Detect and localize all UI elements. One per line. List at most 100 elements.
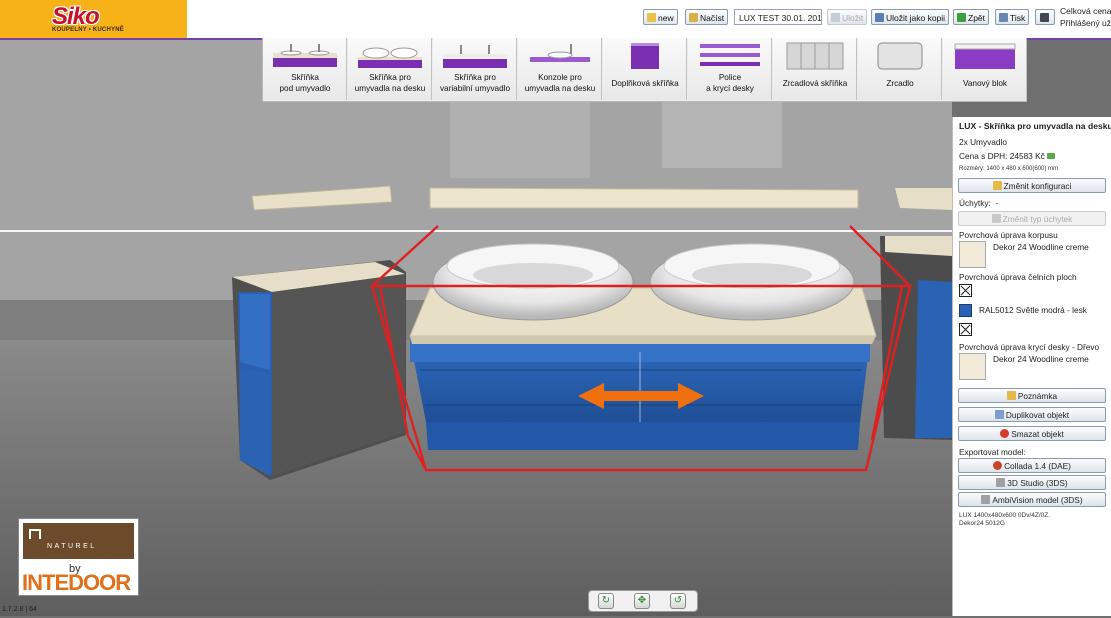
scene-svg[interactable]	[0, 40, 952, 616]
export-3ds-label: 3D Studio (3DS)	[1007, 478, 1068, 488]
move-icon[interactable]: ✥	[634, 593, 650, 609]
tool-cabinet-variable-sink[interactable]: Skříňka pro variabilní umyvadlo	[433, 38, 517, 100]
header-info: Celková cena Přihlášený uživ	[1060, 5, 1111, 29]
print-icon	[999, 13, 1008, 22]
body-finish-swatch[interactable]	[959, 241, 986, 268]
duplicate-icon	[994, 410, 1004, 419]
tool-vanity-under-sink[interactable]: Skříňka pod umyvadlo	[263, 38, 347, 100]
print-button[interactable]: Tisk	[995, 9, 1030, 25]
additional-cabinet-thumb-icon	[631, 43, 659, 69]
tool-label: Police a krycí desky	[706, 73, 754, 93]
folder-icon	[689, 13, 698, 22]
top-finish-swatch[interactable]	[959, 353, 986, 380]
mirror-thumb-icon	[877, 42, 923, 70]
product-code-2: Dekor24 5012G	[959, 520, 1005, 527]
export-dae-button[interactable]: Collada 1.4 (DAE)	[958, 458, 1106, 473]
project-name-field[interactable]: LUX TEST 30.01. 201	[734, 9, 822, 25]
naturel-badge: NATUREL	[23, 523, 134, 559]
total-price-label: Celková cena	[1060, 6, 1111, 16]
tool-label: Skříňka pro umyvadla na desku	[354, 73, 426, 93]
siko-logo[interactable]: Siko KOUPELNY • KUCHYNĚ	[0, 0, 187, 38]
save-as-copy-label: Uložit jako kopii	[886, 13, 946, 23]
tool-label: Vanový blok	[963, 79, 1007, 88]
tool-label: Skříňka pod umyvadlo	[279, 73, 331, 93]
bathtub-thumb-icon	[954, 43, 1016, 69]
naturel-intedoor-logo: NATUREL by INTEDOOR	[18, 518, 139, 596]
vanity-thumb-icon	[273, 44, 337, 67]
tool-console-counter-sink[interactable]: Konzole pro umyvadla na desku	[518, 38, 602, 100]
version-label: 1.7.2.8 | 64	[2, 606, 37, 613]
ambivision-icon	[981, 495, 991, 504]
money-icon	[1047, 153, 1056, 159]
load-button[interactable]: Načíst	[685, 9, 729, 25]
note-icon	[1006, 391, 1016, 400]
handles-row: Úchytky: -	[959, 198, 999, 208]
back-icon	[957, 13, 966, 22]
front-pattern-empty-icon[interactable]	[959, 323, 972, 336]
back-label: Zpět	[968, 13, 986, 23]
save-icon	[831, 13, 840, 22]
pattern-empty-icon[interactable]	[959, 284, 972, 297]
tool-bathtub-block[interactable]: Vanový blok	[943, 38, 1027, 100]
counter-sink-thumb-icon	[358, 47, 422, 68]
tool-label: Zrcadlo	[886, 79, 914, 88]
product-toolbar: Skříňka pod umyvadlo Skříňka pro umyvadla …	[262, 38, 1027, 102]
rotate-right-icon[interactable]: ↺	[670, 593, 686, 609]
new-button[interactable]: new	[643, 9, 678, 25]
3ds-icon	[996, 478, 1006, 487]
change-config-button[interactable]: Změnit konfiguraci	[958, 178, 1106, 193]
print-label: Tisk	[1010, 13, 1026, 23]
change-config-label: Změnit konfiguraci	[1003, 181, 1072, 191]
logo-tagline: KOUPELNY • KUCHYNĚ	[52, 27, 124, 33]
top-finish-value: Dekor 24 Woodline creme	[993, 354, 1089, 364]
tool-shelves-covers[interactable]: Police a krycí desky	[688, 38, 772, 100]
top-finish-label: Povrchová úprava krycí desky - Dřevo	[959, 342, 1100, 352]
front-finish-label: Povrchová úprava čelních ploch	[959, 272, 1077, 282]
header: Siko KOUPELNY • KUCHYNĚ new Načíst LUX T…	[0, 0, 1111, 40]
export-3ds-button[interactable]: 3D Studio (3DS)	[958, 475, 1106, 490]
back-button[interactable]: Zpět	[953, 9, 990, 25]
door-icon	[29, 529, 41, 539]
export-ambi-label: AmbiVision model (3DS)	[992, 495, 1083, 505]
change-handle-button[interactable]: Změnit typ úchytek	[958, 211, 1106, 226]
load-label: Načíst	[700, 13, 725, 23]
dae-icon	[993, 461, 1003, 470]
change-handle-label: Změnit typ úchytek	[1002, 214, 1073, 224]
shelves-thumb-icon	[700, 44, 760, 66]
front-color-swatch[interactable]	[959, 304, 972, 317]
console-thumb-icon	[530, 44, 590, 62]
camera-icon	[1040, 13, 1049, 22]
duplicate-label: Duplikovat objekt	[1005, 410, 1070, 420]
export-ambi-button[interactable]: AmbiVision model (3DS)	[958, 492, 1106, 507]
variable-sink-thumb-icon	[443, 45, 507, 68]
front-finish-value: RAL5012 Světle modrá - lesk	[979, 305, 1087, 315]
camera-nav: ↻ ✥ ↺	[588, 590, 698, 612]
new-icon	[647, 13, 656, 22]
duplicate-button[interactable]: Duplikovat objekt	[958, 407, 1106, 422]
product-code-1: LUX 1400x480x600 0Dv/4Z/0Z.	[959, 512, 1051, 519]
tool-additional-cabinet[interactable]: Doplňková skříňka	[603, 38, 687, 100]
tool-mirror[interactable]: Zrcadlo	[858, 38, 942, 100]
object-title: LUX - Skříňka pro umyvadla na desku	[959, 121, 1111, 131]
rotate-left-icon[interactable]: ↻	[598, 593, 614, 609]
dimensions-text: Rozměry: 1400 x 480 x 600(600) mm	[959, 166, 1059, 172]
save-label: Uložit	[842, 13, 864, 23]
body-finish-label: Povrchová úprava korpusu	[959, 230, 1058, 240]
tool-mirror-cabinet[interactable]: Zrcadlová skříňka	[773, 38, 857, 100]
tool-label: Konzole pro umyvadla na desku	[524, 73, 596, 93]
camera-button[interactable]	[1035, 9, 1055, 25]
price-text: Cena s DPH: 24583 Kč	[959, 151, 1056, 161]
delete-button[interactable]: Smazat objekt	[958, 426, 1106, 441]
tool-cabinet-counter-sink[interactable]: Skříňka pro umyvadla na desku	[348, 38, 432, 100]
tool-label: Skříňka pro variabilní umyvadlo	[439, 73, 511, 93]
save-button[interactable]: Uložit	[827, 9, 868, 25]
tool-label: Zrcadlová skříňka	[782, 79, 848, 88]
logged-user-label: Přihlášený uživ	[1060, 18, 1111, 28]
save-as-copy-button[interactable]: Uložit jako kopii	[871, 9, 950, 25]
intedoor-text: INTEDOOR	[22, 570, 131, 595]
export-dae-label: Collada 1.4 (DAE)	[1004, 461, 1071, 471]
delete-label: Smazat objekt	[1011, 429, 1064, 439]
viewport-3d[interactable]	[0, 40, 952, 616]
note-button[interactable]: Poznámka	[958, 388, 1106, 403]
tool-label: Doplňková skříňka	[611, 79, 679, 88]
